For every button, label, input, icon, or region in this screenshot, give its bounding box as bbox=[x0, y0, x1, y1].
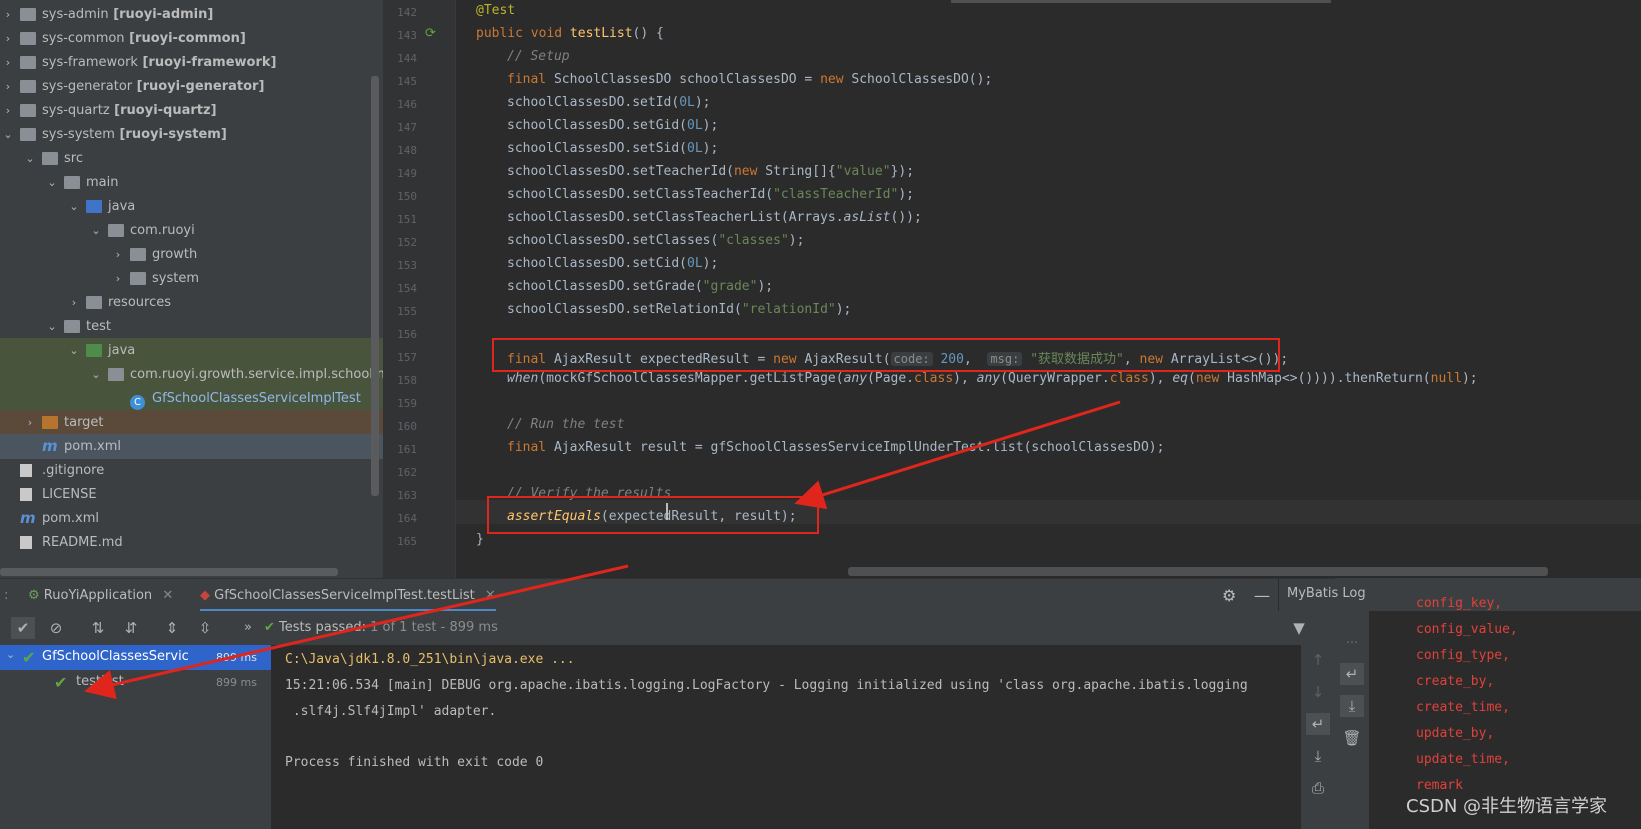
arrow-to-test-result bbox=[84, 564, 629, 700]
annotation-arrows bbox=[84, 400, 1121, 700]
arrow-to-assert bbox=[794, 400, 1121, 510]
